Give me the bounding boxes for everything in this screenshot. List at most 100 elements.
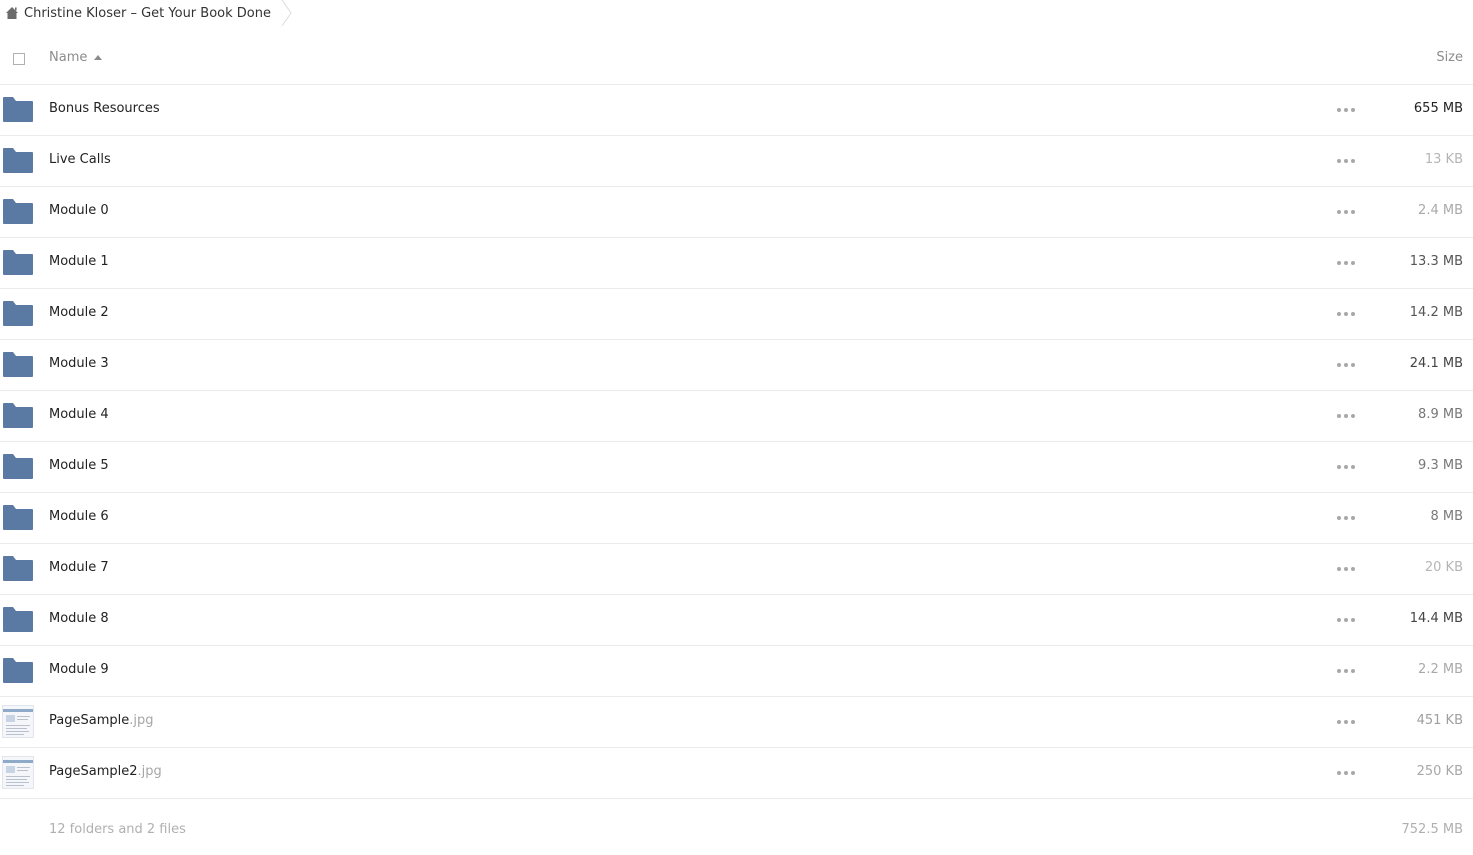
folder-icon [3, 505, 33, 530]
file-name-base: Module 0 [49, 203, 109, 218]
more-dot [1344, 720, 1348, 724]
more-dot [1344, 312, 1348, 316]
table-row[interactable]: Module 7 20 KB [0, 544, 1473, 595]
file-name[interactable]: Module 0 [49, 203, 109, 218]
file-name-base: PageSample [49, 713, 130, 728]
folder-icon [3, 403, 33, 428]
file-size: 13 KB [1424, 152, 1463, 167]
file-name-base: Module 7 [49, 560, 109, 575]
breadcrumb-home[interactable]: Christine Kloser – Get Your Book Done [0, 0, 293, 26]
table-row[interactable]: PageSample2.jpg 250 KB [0, 748, 1473, 799]
file-name-base: Bonus Resources [49, 101, 160, 116]
more-dot [1351, 414, 1355, 418]
more-actions-icon[interactable] [1337, 714, 1355, 730]
more-dot [1344, 159, 1348, 163]
file-name[interactable]: Module 6 [49, 509, 109, 524]
file-name[interactable]: Module 7 [49, 560, 109, 575]
file-size: 655 MB [1413, 101, 1463, 116]
file-size: 14.4 MB [1409, 611, 1463, 626]
folder-icon [3, 250, 33, 275]
more-dot [1344, 465, 1348, 469]
sort-ascending-icon [94, 54, 103, 61]
table-row[interactable]: Module 9 2.2 MB [0, 646, 1473, 697]
more-dot [1337, 414, 1341, 418]
folder-icon [3, 301, 33, 326]
file-name[interactable]: Module 4 [49, 407, 109, 422]
more-actions-icon[interactable] [1337, 306, 1355, 322]
more-actions-icon[interactable] [1337, 255, 1355, 271]
more-dot [1337, 618, 1341, 622]
folder-icon [3, 148, 33, 173]
file-name[interactable]: Module 1 [49, 254, 109, 269]
more-actions-icon[interactable] [1337, 153, 1355, 169]
more-dot [1344, 567, 1348, 571]
file-size: 250 KB [1416, 764, 1463, 779]
select-all-checkbox[interactable] [13, 53, 25, 65]
file-name-base: Module 3 [49, 356, 109, 371]
more-dot [1351, 771, 1355, 775]
file-size: 14.2 MB [1409, 305, 1463, 320]
table-row[interactable]: Module 6 8 MB [0, 493, 1473, 544]
more-dot [1337, 567, 1341, 571]
more-dot [1344, 261, 1348, 265]
table-row[interactable]: Module 0 2.4 MB [0, 187, 1473, 238]
file-name[interactable]: Live Calls [49, 152, 111, 167]
table-row[interactable]: Module 1 13.3 MB [0, 238, 1473, 289]
more-actions-icon[interactable] [1337, 663, 1355, 679]
file-name[interactable]: PageSample2.jpg [49, 764, 162, 779]
image-thumbnail-icon [2, 756, 34, 789]
more-dot [1344, 363, 1348, 367]
more-dot [1337, 159, 1341, 163]
more-actions-icon[interactable] [1337, 561, 1355, 577]
more-actions-icon[interactable] [1337, 204, 1355, 220]
more-dot [1337, 720, 1341, 724]
table-row[interactable]: Module 4 8.9 MB [0, 391, 1473, 442]
table-row[interactable]: Module 3 24.1 MB [0, 340, 1473, 391]
table-row[interactable]: Bonus Resources 655 MB [0, 85, 1473, 136]
more-dot [1351, 363, 1355, 367]
file-size: 24.1 MB [1409, 356, 1463, 371]
file-name[interactable]: Module 2 [49, 305, 109, 320]
more-actions-icon[interactable] [1337, 459, 1355, 475]
more-dot [1337, 465, 1341, 469]
table-row[interactable]: Module 8 14.4 MB [0, 595, 1473, 646]
file-name[interactable]: Bonus Resources [49, 101, 160, 116]
more-dot [1344, 414, 1348, 418]
file-name-base: Module 8 [49, 611, 109, 626]
column-header-size[interactable]: Size [1436, 50, 1463, 65]
more-dot [1344, 210, 1348, 214]
file-name[interactable]: Module 8 [49, 611, 109, 626]
more-dot [1351, 516, 1355, 520]
file-name[interactable]: Module 9 [49, 662, 109, 677]
folder-icon [3, 97, 33, 122]
file-name[interactable]: Module 3 [49, 356, 109, 371]
more-dot [1337, 669, 1341, 673]
more-actions-icon[interactable] [1337, 357, 1355, 373]
more-actions-icon[interactable] [1337, 765, 1355, 781]
table-row[interactable]: Module 5 9.3 MB [0, 442, 1473, 493]
more-actions-icon[interactable] [1337, 102, 1355, 118]
file-name-base: Module 9 [49, 662, 109, 677]
more-actions-icon[interactable] [1337, 612, 1355, 628]
file-size: 9.3 MB [1418, 458, 1463, 473]
file-name[interactable]: PageSample.jpg [49, 713, 153, 728]
table-row[interactable]: Live Calls 13 KB [0, 136, 1473, 187]
file-name-base: Module 5 [49, 458, 109, 473]
file-extension: .jpg [129, 713, 154, 728]
more-dot [1344, 618, 1348, 622]
table-row[interactable]: PageSample.jpg 451 KB [0, 697, 1473, 748]
file-name-base: PageSample2 [49, 764, 138, 779]
more-actions-icon[interactable] [1337, 408, 1355, 424]
column-header-name[interactable]: Name [49, 50, 103, 65]
file-list: Bonus Resources 655 MB Live Calls 13 KB Modu… [0, 85, 1473, 799]
folder-icon [3, 607, 33, 632]
file-size: 451 KB [1416, 713, 1463, 728]
breadcrumb-separator-icon [281, 0, 292, 26]
file-name-base: Live Calls [49, 152, 111, 167]
file-name[interactable]: Module 5 [49, 458, 109, 473]
more-dot [1351, 210, 1355, 214]
table-row[interactable]: Module 2 14.2 MB [0, 289, 1473, 340]
more-dot [1337, 771, 1341, 775]
summary-row: 12 folders and 2 files 752.5 MB [0, 799, 1473, 855]
more-actions-icon[interactable] [1337, 510, 1355, 526]
